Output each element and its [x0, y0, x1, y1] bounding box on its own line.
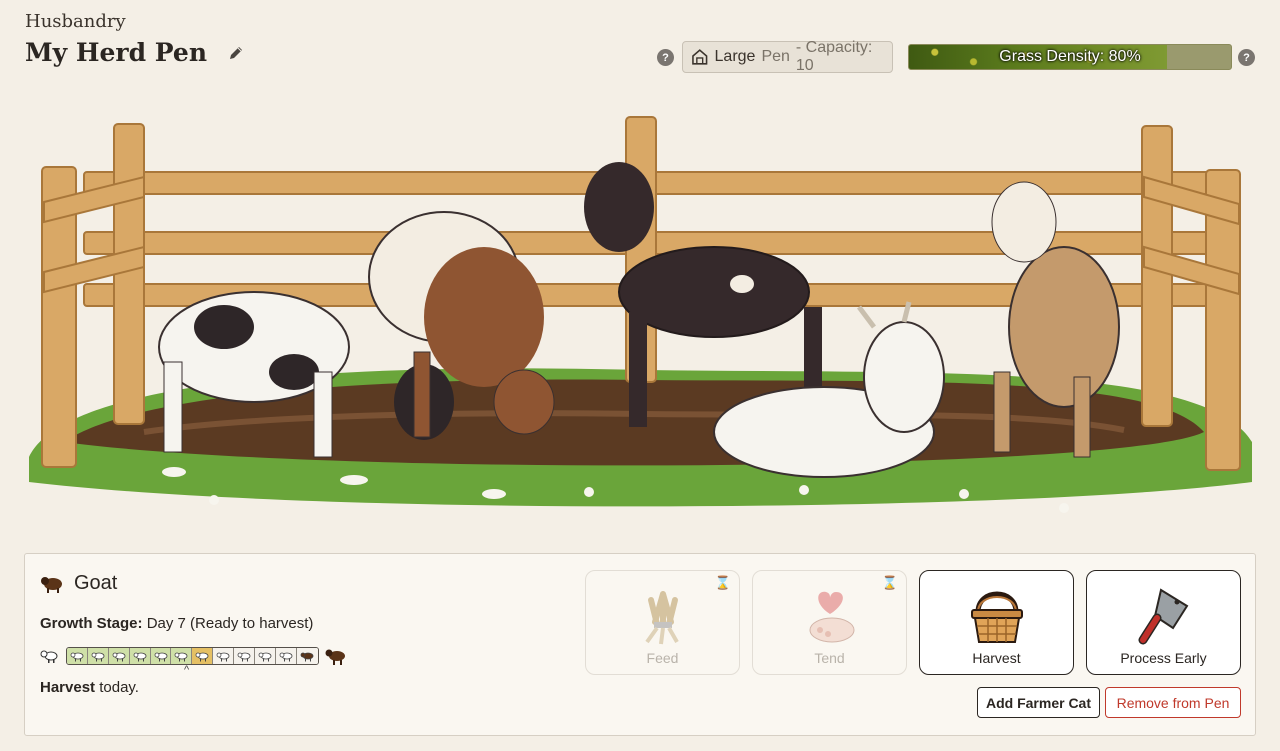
growth-stage-cell — [87, 648, 109, 664]
harvest-button[interactable]: Harvest — [919, 570, 1074, 675]
growth-stage-label: Growth Stage: — [40, 615, 143, 632]
sheep-icon — [41, 576, 62, 593]
pen-capacity-badge: Large Pen - Capacity: 10 — [682, 39, 893, 74]
pen-size: Large — [714, 48, 756, 65]
basket-icon — [970, 591, 1023, 643]
grass-density-label: Grass Density: 80% — [999, 48, 1141, 65]
growth-stage-value: Day 7 (Ready to harvest) — [146, 615, 314, 632]
remove-from-pen-button[interactable]: Remove from Pen — [1105, 687, 1241, 718]
goat-stage-icon — [91, 652, 105, 661]
edit-name-button[interactable] — [225, 42, 247, 64]
growth-stage-cell — [275, 648, 297, 664]
goat-stage-icon — [154, 652, 167, 661]
growth-stage-cell — [67, 648, 88, 664]
pen-help-icon[interactable]: ? — [657, 49, 674, 66]
wheat-bundle-icon — [644, 591, 679, 645]
feed-button[interactable]: ⌛ Feed — [585, 570, 740, 675]
animal-name: Goat — [74, 572, 118, 594]
grass-help-icon[interactable]: ? — [1238, 49, 1255, 66]
grass-density-bar: Grass Density: 80% — [908, 44, 1232, 70]
growth-stage-cell — [234, 648, 256, 664]
goat-stage-icon — [112, 652, 126, 661]
page-title: My Herd Pen — [25, 38, 207, 67]
current-stage-marker: ^ — [184, 664, 190, 676]
harvest-note: Harvest today. — [40, 679, 139, 696]
goat-stage-icon — [70, 652, 84, 661]
process-early-button[interactable]: Process Early — [1086, 570, 1241, 675]
hourglass-icon: ⌛ — [714, 575, 731, 590]
growth-progress — [40, 647, 347, 665]
pen-scene — [24, 112, 1256, 524]
process-early-label: Process Early — [1120, 650, 1207, 666]
adult-goat-icon — [325, 649, 345, 665]
growth-stage-cell — [192, 648, 214, 664]
goat-stage-icon — [195, 652, 209, 661]
heart-paw-icon — [809, 591, 854, 643]
harvest-note-bold: Harvest — [40, 679, 96, 696]
add-farmer-cat-button[interactable]: Add Farmer Cat — [977, 687, 1100, 718]
pen-word: Pen — [761, 48, 790, 65]
hourglass-icon: ⌛ — [881, 575, 898, 590]
tend-button[interactable]: ⌛ Tend — [752, 570, 907, 675]
goat-stage-icon — [174, 652, 188, 661]
harvest-label: Harvest — [972, 650, 1021, 666]
baby-goat-icon — [40, 650, 58, 663]
animal-panel: Goat Growth Stage: Day 7 (Ready to harve… — [24, 553, 1256, 736]
feed-label: Feed — [646, 650, 679, 666]
goat-stage-icon — [258, 652, 272, 661]
pen-capacity: - Capacity: 10 — [795, 39, 873, 74]
growth-stage-cell — [296, 648, 318, 664]
goat-stage-icon — [237, 652, 251, 661]
pencil-icon — [230, 46, 242, 59]
growth-stage-track — [66, 647, 319, 665]
growth-stage-cell — [150, 648, 172, 664]
barn-icon — [692, 49, 708, 65]
growth-stage-cell — [129, 648, 151, 664]
growth-stage-cell — [171, 648, 193, 664]
harvest-note-text: today. — [95, 679, 139, 696]
growth-stage-cell — [108, 648, 130, 664]
goat-stage-icon — [300, 652, 314, 661]
goat-stage-icon — [216, 652, 230, 661]
goat-stage-icon — [279, 652, 293, 661]
growth-stage-cell — [213, 648, 235, 664]
section-label: Husbandry — [25, 11, 126, 32]
growth-stage-cell — [255, 648, 276, 664]
goat-stage-icon — [133, 652, 147, 661]
tend-label: Tend — [814, 650, 845, 666]
cleaver-icon — [1138, 588, 1188, 645]
growth-stage: Growth Stage: Day 7 (Ready to harvest) — [40, 615, 313, 632]
